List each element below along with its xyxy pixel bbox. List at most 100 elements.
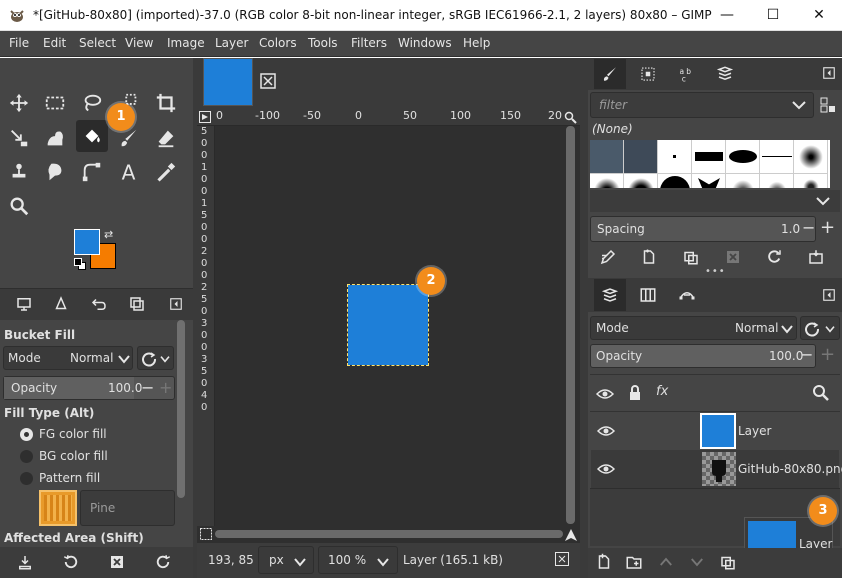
delete-options-icon[interactable] [106, 551, 128, 573]
brushes-dock-menu-icon[interactable] [818, 62, 840, 84]
canvas-vertical-scrollbar[interactable] [566, 126, 575, 524]
brush-cell[interactable] [760, 140, 794, 174]
new-layer-group-icon[interactable] [623, 551, 645, 573]
pattern-preview[interactable] [39, 490, 77, 526]
restore-options-icon[interactable] [60, 551, 82, 573]
brush-as-image-icon[interactable] [805, 246, 827, 268]
spacing-slider[interactable]: Spacing 1.0 − [590, 216, 816, 242]
mode-dropdown[interactable]: Mode Normal [3, 346, 133, 370]
default-colors-icon[interactable] [74, 258, 86, 270]
zoom-dropdown[interactable]: 100 % [318, 546, 398, 574]
brush-cell[interactable] [590, 174, 624, 188]
dock-menu-icon[interactable] [165, 293, 187, 315]
brush-cell[interactable] [658, 140, 692, 174]
menu-layer[interactable]: Layer [215, 36, 248, 50]
fonts-tab-icon[interactable]: abc [676, 63, 698, 85]
menu-colors[interactable]: Colors [259, 36, 297, 50]
plus-icon[interactable]: + [820, 217, 835, 238]
channels-tab-icon[interactable] [637, 284, 659, 306]
undo-history-tab-icon[interactable] [88, 293, 110, 315]
text-icon[interactable]: A [113, 157, 145, 187]
tag-filter-icon[interactable] [819, 96, 837, 114]
patterns-tab-icon[interactable] [637, 63, 659, 85]
menu-filters[interactable]: Filters [351, 36, 387, 50]
brush-grid[interactable] [590, 140, 830, 188]
navigate-icon[interactable] [200, 528, 212, 540]
lock-icon[interactable] [627, 385, 643, 401]
visibility-eye-icon[interactable] [597, 422, 615, 440]
fill-type-pattern-radio[interactable]: Pattern fill [18, 470, 168, 488]
paths-tab-icon[interactable] [676, 284, 698, 306]
visibility-header-eye-icon[interactable] [596, 385, 614, 403]
fill-type-bg-radio[interactable]: BG color fill [18, 448, 168, 466]
swap-colors-icon[interactable]: ⇄ [104, 229, 116, 241]
image-tab-thumbnail[interactable] [203, 58, 253, 106]
duplicate-brush-icon[interactable] [680, 246, 702, 268]
new-layer-icon[interactable] [593, 551, 615, 573]
layer-row[interactable]: Layer [591, 412, 839, 450]
refresh-brushes-icon[interactable] [763, 246, 785, 268]
images-tab-icon[interactable] [126, 293, 148, 315]
paths-icon[interactable] [76, 157, 108, 187]
menu-view[interactable]: View [125, 36, 153, 50]
menu-select[interactable]: Select [79, 36, 116, 50]
warp-icon[interactable] [39, 123, 71, 153]
save-options-icon[interactable] [14, 551, 36, 573]
effects-fx-icon[interactable]: fx [656, 384, 668, 399]
canvas-image[interactable] [347, 284, 429, 366]
brush-cell[interactable] [692, 140, 726, 174]
zoom-fit-icon[interactable] [564, 111, 577, 124]
layer-opacity-slider[interactable]: Opacity 100.0 − [590, 344, 816, 368]
brush-cell[interactable] [590, 140, 624, 174]
duplicate-layer-icon[interactable] [717, 551, 739, 573]
menu-tools[interactable]: Tools [308, 36, 338, 50]
new-brush-icon[interactable] [638, 246, 660, 268]
brush-cell[interactable] [726, 140, 760, 174]
brush-cell[interactable] [624, 174, 658, 188]
brushes-tab-icon[interactable] [594, 59, 626, 89]
menu-file[interactable]: File [9, 36, 29, 50]
unified-transform-icon[interactable] [3, 123, 35, 153]
zoom-icon[interactable] [3, 191, 35, 221]
unit-dropdown[interactable]: px [258, 546, 314, 574]
delete-brush-icon[interactable] [722, 246, 744, 268]
close-button[interactable]: ✕ [796, 0, 842, 31]
left-scrollbar[interactable] [177, 320, 185, 498]
menu-windows[interactable]: Windows [398, 36, 452, 50]
raise-layer-icon[interactable] [655, 551, 677, 573]
smudge-icon[interactable] [39, 157, 71, 187]
quick-mask-icon[interactable] [199, 111, 211, 123]
brush-cell[interactable] [692, 174, 726, 188]
pattern-name-field[interactable]: Pine [80, 490, 175, 526]
clone-icon[interactable] [3, 157, 35, 187]
menu-help[interactable]: Help [463, 36, 490, 50]
right-pane-splitter[interactable] [580, 58, 588, 578]
brush-cell[interactable] [658, 174, 692, 188]
plus-icon[interactable]: + [820, 344, 835, 365]
menu-image[interactable]: Image [167, 36, 205, 50]
dock-separator-handle[interactable]: ••• [705, 267, 725, 277]
visibility-eye-icon[interactable] [597, 460, 615, 478]
fill-type-fg-radio[interactable]: FG color fill [18, 426, 168, 444]
brush-cell[interactable] [760, 174, 794, 188]
brush-grid-scroll-button[interactable] [590, 190, 840, 212]
mode-reset-dropdown[interactable] [137, 346, 174, 370]
brush-filter-input[interactable]: filter [590, 92, 814, 118]
opacity-slider[interactable]: Opacity 100.0 − + [3, 376, 175, 400]
layers-dock-menu-icon[interactable] [818, 284, 840, 306]
document-history-tab-icon[interactable] [714, 63, 736, 85]
layers-tab-icon[interactable] [594, 279, 626, 311]
reset-options-icon[interactable] [152, 551, 174, 573]
minus-icon[interactable]: − [800, 345, 813, 364]
brush-cell[interactable] [726, 174, 760, 188]
minus-icon[interactable]: − [802, 218, 815, 237]
plus-icon[interactable]: + [159, 378, 172, 397]
foreground-color-swatch[interactable] [74, 229, 100, 255]
brush-cell[interactable] [794, 174, 828, 188]
layer-row[interactable]: GitHub-80x80.png [591, 450, 842, 488]
edit-brush-icon[interactable] [597, 246, 619, 268]
maximize-button[interactable]: ☐ [750, 0, 796, 31]
menu-edit[interactable]: Edit [43, 36, 66, 50]
navigate-arrow-icon[interactable] [564, 528, 578, 542]
device-status-tab-icon[interactable] [50, 293, 72, 315]
